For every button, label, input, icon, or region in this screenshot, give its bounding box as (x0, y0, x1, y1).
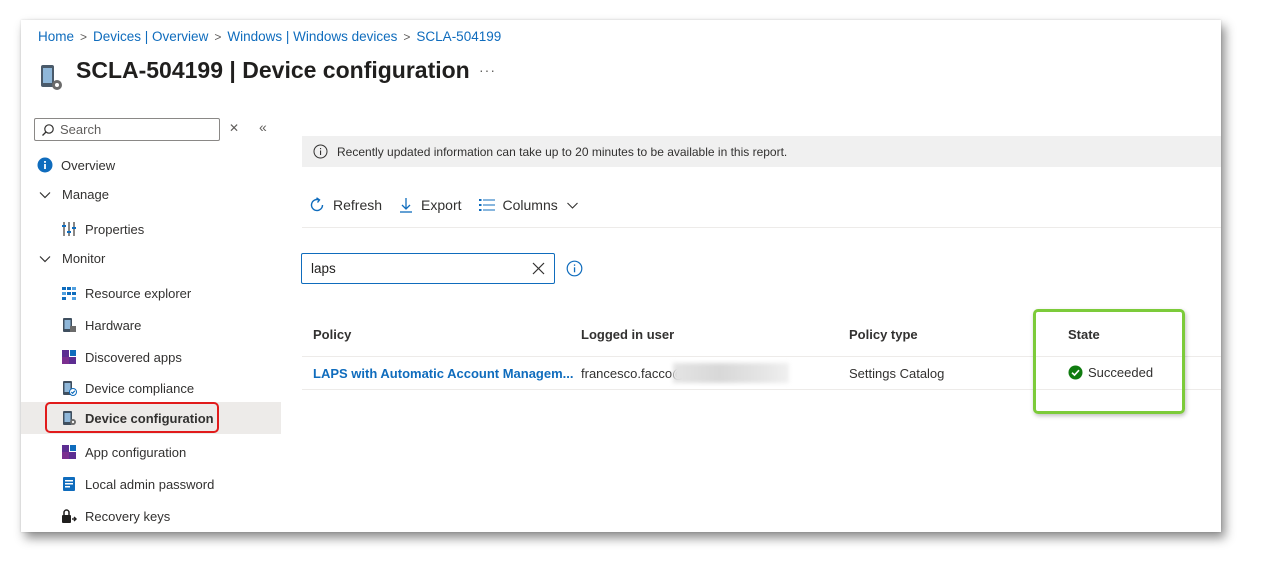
columns-button[interactable]: Columns (478, 197, 586, 213)
sidebar-item-label: Overview (61, 157, 116, 173)
sidebar-group-monitor[interactable]: Monitor (38, 251, 105, 266)
sidebar-item-app-configuration[interactable]: App configuration (61, 444, 186, 460)
sidebar-item-local-admin-password[interactable]: Local admin password (61, 476, 214, 492)
refresh-label: Refresh (333, 197, 383, 213)
command-bar: Refresh Export Columns (308, 196, 602, 214)
policy-link[interactable]: LAPS with Automatic Account Managem... (313, 366, 574, 381)
device-settings-icon (41, 65, 62, 90)
highlight-state-column (1033, 309, 1185, 414)
download-icon (400, 198, 413, 213)
chevron-right-icon: > (214, 29, 222, 44)
column-header-logged-in-user[interactable]: Logged in user (581, 327, 674, 342)
sidebar-item-hardware[interactable]: Hardware (61, 317, 141, 333)
info-banner: Recently updated information can take up… (302, 136, 1221, 167)
resource-explorer-icon (62, 287, 76, 300)
sidebar-item-resource-explorer[interactable]: Resource explorer (61, 285, 191, 301)
clear-search-button[interactable]: ✕ (229, 121, 239, 135)
chevron-down-icon (39, 255, 51, 262)
info-outline-icon (313, 144, 328, 159)
breadcrumb-windows-devices[interactable]: Windows | Windows devices (227, 29, 397, 44)
sidebar-item-label: Resource explorer (85, 285, 192, 301)
sidebar-item-device-compliance[interactable]: Device compliance (61, 380, 194, 396)
local-admin-icon (63, 477, 75, 491)
hardware-icon (63, 318, 76, 332)
sidebar-item-properties[interactable]: Properties (61, 221, 144, 237)
policy-filter-input[interactable]: laps (301, 253, 555, 284)
redacted-email-blur (673, 363, 789, 383)
collapse-sidebar-button[interactable]: « (259, 119, 267, 135)
recovery-keys-icon (62, 509, 77, 523)
sidebar-item-label: Device compliance (85, 380, 195, 396)
compliance-icon (63, 381, 77, 396)
apps-icon (62, 350, 76, 364)
breadcrumb: Home > Devices | Overview > Windows | Wi… (38, 29, 501, 44)
sidebar-item-label: Properties (85, 221, 145, 237)
breadcrumb-device[interactable]: SCLA-504199 (416, 29, 501, 44)
info-icon[interactable] (566, 260, 583, 277)
sidebar-item-label: Local admin password (85, 476, 215, 492)
export-button[interactable]: Export (398, 196, 462, 214)
sidebar-item-label: Monitor (62, 251, 106, 266)
page-section: | Device configuration (223, 57, 470, 83)
sidebar-item-label: Hardware (85, 317, 142, 333)
export-label: Export (421, 197, 462, 213)
highlight-selected-item (45, 402, 219, 433)
columns-icon (478, 199, 495, 211)
policy-type-cell: Settings Catalog (849, 366, 945, 381)
sidebar-item-label: Discovered apps (85, 349, 182, 365)
column-header-policy[interactable]: Policy (313, 327, 351, 342)
breadcrumb-home[interactable]: Home (38, 29, 74, 44)
sidebar-group-manage[interactable]: Manage (38, 187, 109, 202)
sidebar-item-label: Manage (62, 187, 109, 202)
close-icon[interactable] (532, 262, 545, 275)
properties-icon (62, 222, 76, 236)
refresh-button[interactable]: Refresh (308, 196, 382, 214)
info-icon (37, 157, 53, 173)
sidebar-search-input[interactable]: Search (34, 118, 220, 141)
column-header-policy-type[interactable]: Policy type (849, 327, 918, 342)
columns-label: Columns (502, 197, 558, 213)
search-icon (42, 123, 54, 136)
info-banner-text: Recently updated information can take up… (337, 144, 788, 159)
breadcrumb-devices-overview[interactable]: Devices | Overview (93, 29, 208, 44)
sidebar-item-label: App configuration (85, 444, 187, 460)
portal-window: Home > Devices | Overview > Windows | Wi… (21, 20, 1221, 532)
more-actions-button[interactable]: ··· (479, 62, 496, 78)
app-config-icon (62, 445, 76, 459)
divider (302, 227, 1221, 228)
refresh-icon (310, 197, 324, 212)
sidebar-item-recovery-keys[interactable]: Recovery keys (61, 508, 170, 524)
sidebar-item-label: Recovery keys (85, 508, 171, 524)
chevron-right-icon: > (403, 29, 411, 44)
chevron-right-icon: > (80, 29, 88, 44)
page-title: SCLA-504199 | Device configuration (76, 57, 470, 84)
chevron-down-icon (39, 191, 51, 198)
chevron-down-icon (566, 202, 578, 209)
filter-value: laps (311, 261, 336, 276)
device-name: SCLA-504199 (76, 57, 224, 83)
sidebar-item-discovered-apps[interactable]: Discovered apps (61, 349, 182, 365)
sidebar-item-overview[interactable]: Overview (37, 157, 115, 173)
sidebar-search-placeholder: Search (60, 122, 102, 137)
